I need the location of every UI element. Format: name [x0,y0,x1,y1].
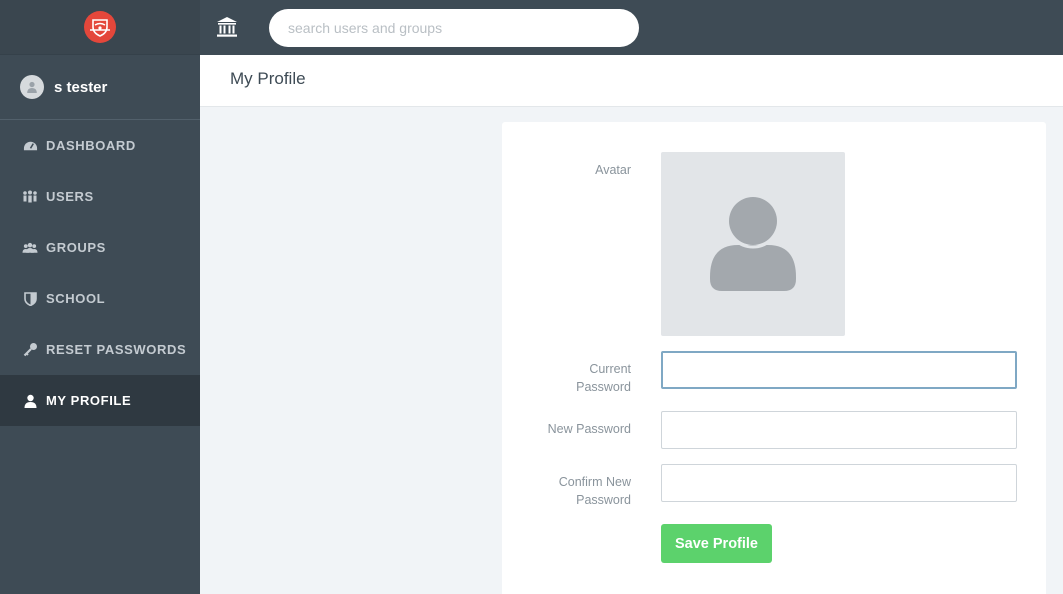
person-icon [27,81,37,93]
school-logo-icon[interactable] [84,11,116,43]
page-header: My Profile [200,55,1063,107]
users-icon [22,189,38,205]
sidebar-item-label: GROUPS [46,240,106,255]
current-password-label: Current Password [576,362,631,394]
sidebar-item-label: MY PROFILE [46,393,132,408]
brand-logo-area [0,0,200,55]
confirm-password-field[interactable] [661,464,1017,502]
search-input[interactable] [269,9,639,47]
avatar-label: Avatar [595,163,631,177]
sidebar-item-label: SCHOOL [46,291,106,306]
user-placeholder-icon [710,197,796,291]
profile-form-card: Avatar Current Password New Password Con… [502,122,1046,594]
page-title: My Profile [230,69,306,88]
sidebar-item-groups[interactable]: GROUPS [0,222,200,273]
person-icon [22,393,38,409]
sidebar-item-reset-passwords[interactable]: RESET PASSWORDS [0,324,200,375]
save-profile-button[interactable]: Save Profile [661,524,772,563]
dashboard-icon [22,138,38,154]
current-user[interactable]: s tester [0,55,200,120]
sidebar-item-dashboard[interactable]: DASHBOARD [0,120,200,171]
sidebar: s tester DASHBOARD USERS GROUPS SCHOOL R… [0,0,200,594]
sidebar-item-school[interactable]: SCHOOL [0,273,200,324]
avatar-upload[interactable] [661,152,845,336]
sidebar-item-label: DASHBOARD [46,138,136,153]
key-icon [22,342,38,358]
sidebar-item-label: USERS [46,189,94,204]
shield-icon [22,291,38,307]
sidebar-item-my-profile[interactable]: MY PROFILE [0,375,200,426]
top-bar [200,0,1063,55]
user-name: s tester [54,78,108,96]
confirm-password-label: Confirm New Password [558,475,631,507]
sidebar-nav: DASHBOARD USERS GROUPS SCHOOL RESET PASS… [0,120,200,426]
institution-icon[interactable] [216,16,238,38]
groups-icon [22,240,38,256]
avatar [20,75,44,99]
current-password-field[interactable] [661,351,1017,389]
new-password-field[interactable] [661,411,1017,449]
sidebar-item-label: RESET PASSWORDS [46,342,187,357]
sidebar-item-users[interactable]: USERS [0,171,200,222]
new-password-label: New Password [547,422,631,436]
